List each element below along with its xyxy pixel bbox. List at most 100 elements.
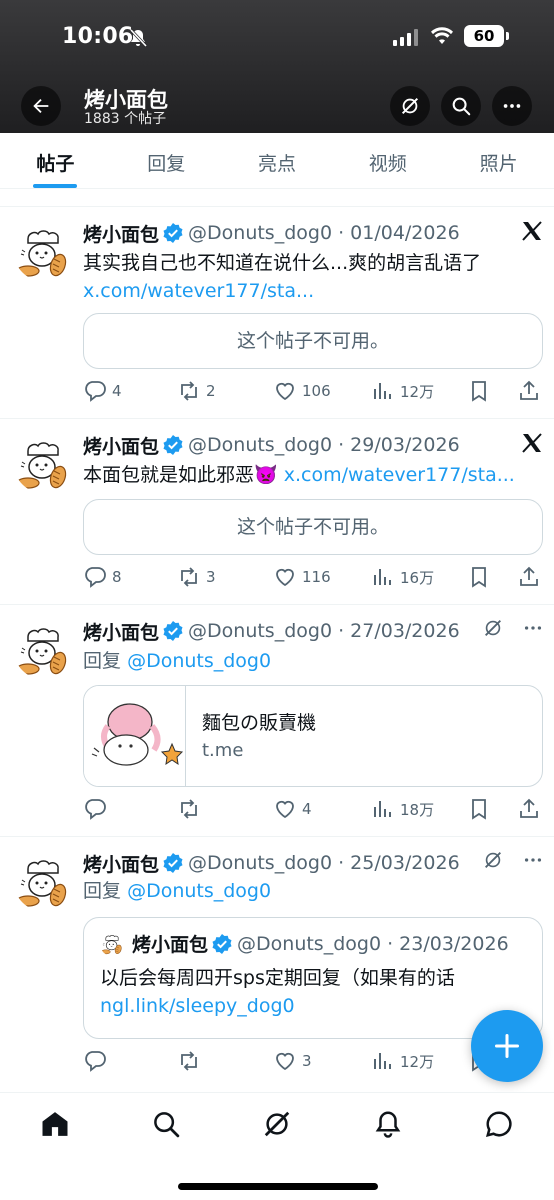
reply-icon [85, 381, 106, 401]
heart-icon [276, 800, 294, 818]
bookmark-icon [472, 381, 486, 401]
like-button[interactable]: 3 [273, 1049, 312, 1073]
status-bar: 10:06 60 [0, 22, 554, 54]
wifi-icon [430, 26, 454, 50]
compose-post-button[interactable] [471, 1010, 543, 1082]
views-button[interactable]: 12万 [371, 379, 434, 403]
devil-emoji: 👿 [254, 464, 278, 486]
repost-button[interactable] [177, 797, 206, 821]
cellular-signal-icon [393, 28, 418, 46]
reply-prefix: 回复 [83, 880, 122, 902]
chat-bubble-icon [485, 1111, 512, 1138]
bookmark-icon [472, 567, 486, 587]
like-button[interactable]: 106 [273, 379, 331, 403]
verified-badge-icon [212, 933, 233, 954]
more-dots-icon[interactable] [522, 617, 544, 643]
repost-button[interactable]: 2 [177, 379, 216, 403]
more-options-button[interactable] [492, 86, 532, 126]
post-item[interactable]: 烤小面包 @Donuts_dog0 · 27/03/2026 回复 @Donut… [0, 604, 554, 836]
reply-to-row: 回复 @Donuts_dog0 [83, 647, 540, 675]
x-logo-icon[interactable] [520, 431, 544, 459]
bookmark-button[interactable] [467, 797, 491, 821]
avatar[interactable] [14, 621, 72, 679]
home-icon [42, 1112, 68, 1136]
post-text: 其实我自己也不知道在说什么...爽的胡言乱语了 [83, 252, 482, 274]
reply-to-handle[interactable]: @Donuts_dog0 [127, 880, 271, 902]
back-button[interactable] [21, 86, 61, 126]
quoted-handle-date: @Donuts_dog0 · 23/03/2026 [237, 932, 509, 955]
verified-badge-icon [163, 621, 184, 641]
tab-posts[interactable]: 帖子 [0, 133, 111, 188]
search-button[interactable] [441, 86, 481, 126]
like-button[interactable]: 4 [273, 797, 312, 821]
card-thumbnail [84, 686, 186, 786]
nav-grok-button[interactable] [262, 1109, 292, 1139]
post-actions: 4 18万 [83, 797, 543, 821]
reply-button[interactable]: 4 [83, 379, 122, 403]
share-button[interactable] [517, 379, 541, 403]
views-button[interactable]: 12万 [371, 1049, 434, 1073]
reply-count: 4 [112, 382, 122, 400]
quoted-post[interactable]: 烤小面包 @Donuts_dog0 · 23/03/2026 以后会每周四开sp… [83, 917, 543, 1039]
reply-button[interactable] [83, 1049, 112, 1073]
avatar[interactable] [14, 223, 72, 281]
reply-count: 8 [112, 568, 122, 586]
views-icon [374, 1052, 391, 1070]
post-actions: 8 3 116 16万 [83, 565, 543, 589]
post-actions: 4 2 106 12万 [83, 379, 543, 403]
quoted-link[interactable]: ngl.link/sleepy_dog0 [100, 992, 295, 1020]
card-domain: t.me [202, 740, 244, 761]
share-button[interactable] [517, 797, 541, 821]
bookmark-button[interactable] [467, 379, 491, 403]
search-icon [154, 1112, 180, 1138]
repost-button[interactable] [177, 1049, 206, 1073]
header-post-count: 1883 个帖子 [84, 111, 167, 127]
heart-icon [276, 568, 294, 586]
avatar[interactable] [14, 853, 72, 911]
arrow-left-icon [33, 98, 49, 114]
views-button[interactable]: 16万 [371, 565, 434, 589]
repost-icon [181, 381, 197, 401]
tab-replies[interactable]: 回复 [111, 133, 222, 188]
post-link[interactable]: x.com/watever177/sta... [83, 277, 540, 305]
repost-button[interactable]: 3 [177, 565, 216, 589]
share-icon [520, 567, 538, 586]
post-link[interactable]: x.com/watever177/sta... [284, 464, 515, 486]
nav-home-button[interactable] [40, 1109, 70, 1139]
battery-tip [506, 32, 509, 40]
more-dots-icon[interactable] [522, 849, 544, 875]
post-item[interactable]: 烤小面包 @Donuts_dog0 · 29/03/2026 本面包就是如此邪恶… [0, 418, 554, 604]
nav-search-button[interactable] [151, 1109, 181, 1139]
nav-messages-button[interactable] [484, 1109, 514, 1139]
unavailable-quote: 这个帖子不可用。 [83, 313, 543, 369]
grok-icon[interactable] [482, 617, 504, 643]
tab-photos[interactable]: 照片 [443, 133, 554, 188]
reply-icon [85, 567, 106, 587]
reply-button[interactable]: 8 [83, 565, 122, 589]
nav-notifications-button[interactable] [373, 1109, 403, 1139]
x-logo-icon[interactable] [520, 219, 544, 247]
link-preview-card[interactable]: 麵包の販賣機 t.me [83, 685, 543, 787]
share-button[interactable] [517, 565, 541, 589]
avatar[interactable] [14, 435, 72, 493]
quoted-author-name: 烤小面包 [132, 934, 209, 956]
tab-highlights[interactable]: 亮点 [222, 133, 333, 188]
repost-icon [181, 1051, 197, 1071]
unavailable-quote: 这个帖子不可用。 [83, 499, 543, 555]
post-author-name: 烤小面包 [83, 223, 160, 246]
quoted-post-header: 烤小面包 @Donuts_dog0 · 23/03/2026 [100, 930, 509, 957]
views-button[interactable]: 18万 [371, 797, 434, 821]
post-text-row: 本面包就是如此邪恶👿 x.com/watever177/sta... [83, 461, 540, 489]
like-button[interactable]: 116 [273, 565, 331, 589]
card-title: 麵包の販賣機 [202, 712, 317, 734]
quoted-text: 以后会每周四开sps定期回复（如果有的话 [100, 967, 455, 989]
grok-button[interactable] [390, 86, 430, 126]
grok-icon[interactable] [482, 849, 504, 875]
post-item[interactable]: 烤小面包 @Donuts_dog0 · 01/04/2026 其实我自己也不知道… [0, 206, 554, 418]
bookmark-button[interactable] [467, 565, 491, 589]
reply-button[interactable] [83, 797, 112, 821]
post-handle-date: @Donuts_dog0 · 25/03/2026 [188, 852, 460, 874]
reply-to-handle[interactable]: @Donuts_dog0 [127, 650, 271, 672]
tab-videos[interactable]: 视频 [332, 133, 443, 188]
views-icon [374, 568, 391, 586]
